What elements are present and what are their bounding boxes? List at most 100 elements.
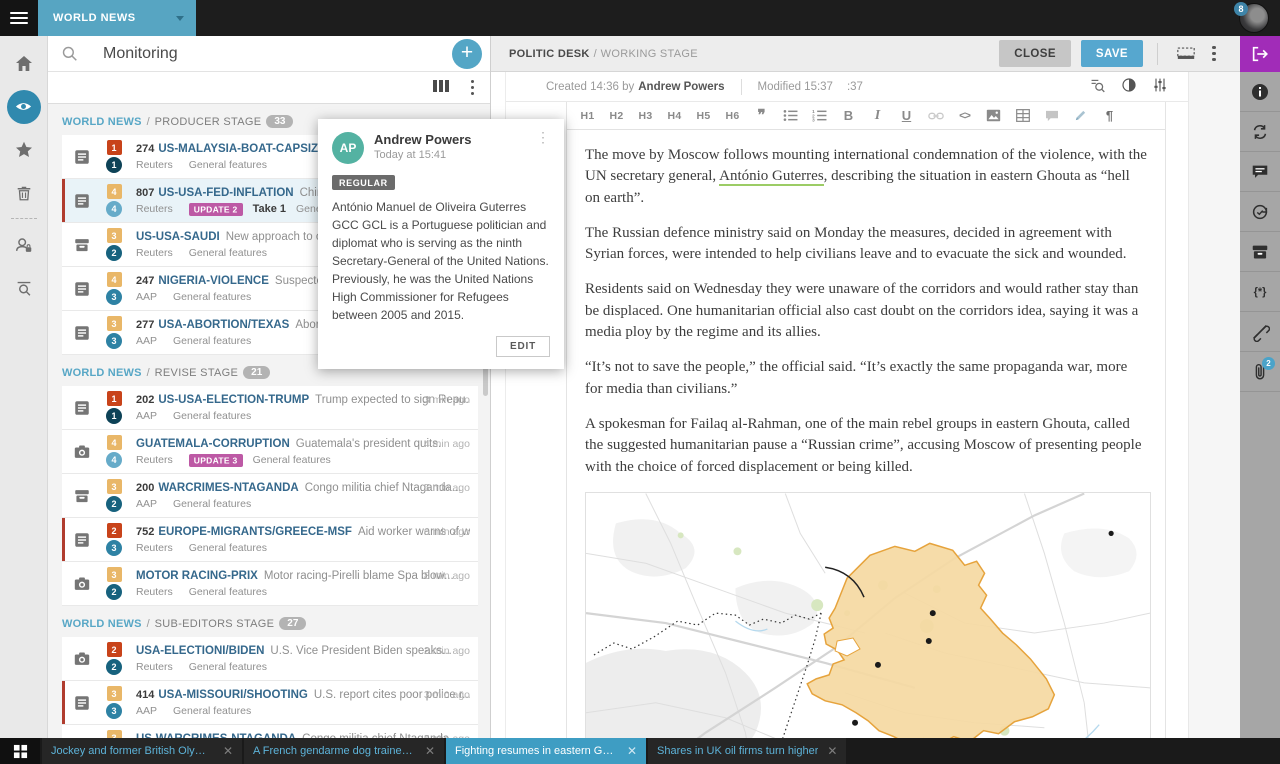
- popup-menu-icon[interactable]: ⋮: [536, 132, 550, 142]
- monitoring-eye-icon[interactable]: [0, 85, 48, 128]
- settings-sliders-icon[interactable]: [1152, 77, 1168, 96]
- column-view-icon[interactable]: [433, 79, 449, 96]
- workqueue-tab[interactable]: Jockey and former British Olympic..✕: [42, 738, 242, 764]
- workqueue-tab[interactable]: Fighting resumes in eastern Ghouta...✕: [446, 738, 646, 764]
- modified-label: Modified 15:37: [758, 81, 833, 93]
- item-priority-badge: 3: [107, 316, 122, 331]
- versions-sync-icon[interactable]: [1240, 112, 1280, 152]
- format-ul-button[interactable]: [776, 102, 805, 130]
- format-pilcrow-button[interactable]: ¶: [1095, 102, 1124, 130]
- private-contacts-icon[interactable]: [0, 223, 48, 266]
- workqueue-tab[interactable]: Shares in UK oil firms turn higher ✕: [648, 738, 846, 764]
- close-tab-icon[interactable]: ✕: [827, 744, 837, 758]
- format-annotate-button[interactable]: [1066, 102, 1095, 130]
- item-genre: General features: [189, 542, 267, 554]
- create-item-button[interactable]: +: [452, 39, 482, 69]
- format-h2-button[interactable]: H2: [602, 102, 631, 130]
- attachments-icon[interactable]: 2: [1240, 352, 1280, 392]
- article-paragraph[interactable]: Residents said on Wednesday they were un…: [585, 279, 1147, 343]
- item-slugline: USA-MISSOURI/SHOOTING: [158, 689, 308, 701]
- workqueue-tab[interactable]: A French gendarme dog trainer of PSIG ✕: [244, 738, 444, 764]
- save-button[interactable]: SAVE: [1081, 40, 1143, 67]
- group-desk-link[interactable]: WORLD NEWS: [62, 367, 142, 379]
- news-item-row[interactable]: 32US-WARCRIMES-NTAGANDACongo militia chi…: [62, 725, 478, 738]
- workqueue-tab-label: Shares in UK oil firms turn higher: [657, 745, 818, 757]
- news-item-row[interactable]: 32200WARCRIMES-NTAGANDACongo militia chi…: [62, 474, 478, 518]
- item-genre: General features: [253, 454, 331, 466]
- close-button[interactable]: CLOSE: [999, 40, 1071, 67]
- embedded-map-image[interactable]: [585, 492, 1151, 738]
- news-item-row[interactable]: 23752EUROPE-MIGRANTS/GREECE-MSFAid worke…: [62, 518, 478, 562]
- item-source: Reuters: [136, 542, 173, 554]
- format-u-button[interactable]: U: [892, 102, 921, 130]
- authoring-menu-icon[interactable]: [1200, 46, 1228, 62]
- send-to-icon[interactable]: [1240, 36, 1280, 72]
- info-icon[interactable]: [1240, 72, 1280, 112]
- item-slugline: US-USA-FED-INFLATION: [158, 187, 293, 199]
- format-image-button[interactable]: [979, 102, 1008, 130]
- search-icon[interactable]: [61, 45, 79, 63]
- macros-icon[interactable]: {*}: [1240, 272, 1280, 312]
- article-body[interactable]: The move by Moscow follows mounting inte…: [567, 130, 1165, 738]
- spike-trash-icon[interactable]: [0, 171, 48, 214]
- workqueue-tab-label: A French gendarme dog trainer of PSIG: [253, 745, 416, 757]
- item-type-icon: [62, 148, 102, 166]
- item-priority-badge: 3: [107, 567, 122, 582]
- workqueue-grid-icon[interactable]: [0, 738, 40, 764]
- group-stage-label: SUB-EDITORS STAGE: [155, 618, 275, 630]
- unlink-icon[interactable]: [1240, 312, 1280, 352]
- group-desk-link[interactable]: WORLD NEWS: [62, 116, 142, 128]
- minimize-icon[interactable]: [1172, 45, 1200, 62]
- item-priority-badge: 3: [107, 730, 122, 738]
- monitoring-toolbar: [48, 72, 490, 104]
- news-item-row[interactable]: 33414USA-MISSOURI/SHOOTINGU.S. report ci…: [62, 681, 478, 725]
- format-b-button[interactable]: B: [834, 102, 863, 130]
- format-table-button[interactable]: [1008, 102, 1037, 130]
- format-h3-button[interactable]: H3: [631, 102, 660, 130]
- panel-menu-icon[interactable]: [471, 80, 475, 96]
- saved-searches-icon[interactable]: [0, 266, 48, 309]
- workspace-selector[interactable]: WORLD NEWS: [38, 0, 196, 36]
- news-item-row[interactable]: 44GUATEMALA-CORRUPTIONGuatemala's presid…: [62, 430, 478, 474]
- news-item-row[interactable]: 11202US-USA-ELECTION-TRUMPTrump expected…: [62, 386, 478, 430]
- item-genre: General features: [189, 661, 267, 673]
- home-icon[interactable]: [0, 42, 48, 85]
- popup-timestamp: Today at 15:41: [374, 149, 536, 161]
- history-icon[interactable]: [1240, 192, 1280, 232]
- group-count-badge: 33: [266, 115, 293, 128]
- close-tab-icon[interactable]: ✕: [223, 744, 233, 758]
- format-comment-button[interactable]: [1037, 102, 1066, 130]
- item-version: 200: [136, 482, 154, 494]
- format-h1-button[interactable]: H1: [573, 102, 602, 130]
- user-menu[interactable]: 8: [1228, 0, 1280, 36]
- annotated-text[interactable]: António Guterres: [719, 168, 824, 186]
- edit-button[interactable]: EDIT: [496, 336, 550, 357]
- contrast-icon[interactable]: [1121, 77, 1137, 96]
- hamburger-menu-icon[interactable]: [0, 0, 38, 36]
- format-h6-button[interactable]: H6: [718, 102, 747, 130]
- format-ol-button[interactable]: 123: [805, 102, 834, 130]
- item-slugline: GUATEMALA-CORRUPTION: [136, 438, 290, 450]
- news-item-row[interactable]: 32MOTOR RACING-PRIXMotor racing-Pirelli …: [62, 562, 478, 606]
- format-quote-button[interactable]: ❞: [747, 102, 776, 130]
- close-tab-icon[interactable]: ✕: [425, 744, 435, 758]
- group-desk-link[interactable]: WORLD NEWS: [62, 618, 142, 630]
- find-replace-icon[interactable]: [1089, 77, 1106, 97]
- format-h5-button[interactable]: H5: [689, 102, 718, 130]
- item-urgency-badge: 3: [106, 289, 122, 305]
- item-urgency-badge: 3: [106, 703, 122, 719]
- starred-icon[interactable]: [0, 128, 48, 171]
- item-priority-badge: 2: [107, 642, 122, 657]
- news-item-row[interactable]: 22USA-ELECTIONI/BIDENU.S. Vice President…: [62, 637, 478, 681]
- article-paragraph[interactable]: The move by Moscow follows mounting inte…: [585, 145, 1147, 209]
- article-paragraph[interactable]: A spokesman for Failaq al-Rahman, one of…: [585, 414, 1147, 478]
- comments-icon[interactable]: [1240, 152, 1280, 192]
- format-h4-button[interactable]: H4: [660, 102, 689, 130]
- article-paragraph[interactable]: “It’s not to save the people,” the offic…: [585, 357, 1147, 400]
- format-code-button[interactable]: <>: [950, 102, 979, 130]
- article-paragraph[interactable]: The Russian defence ministry said on Mon…: [585, 223, 1147, 266]
- format-link-button[interactable]: [921, 102, 950, 130]
- packages-archive-icon[interactable]: [1240, 232, 1280, 272]
- close-tab-icon[interactable]: ✕: [627, 744, 637, 758]
- format-i-button[interactable]: I: [863, 102, 892, 130]
